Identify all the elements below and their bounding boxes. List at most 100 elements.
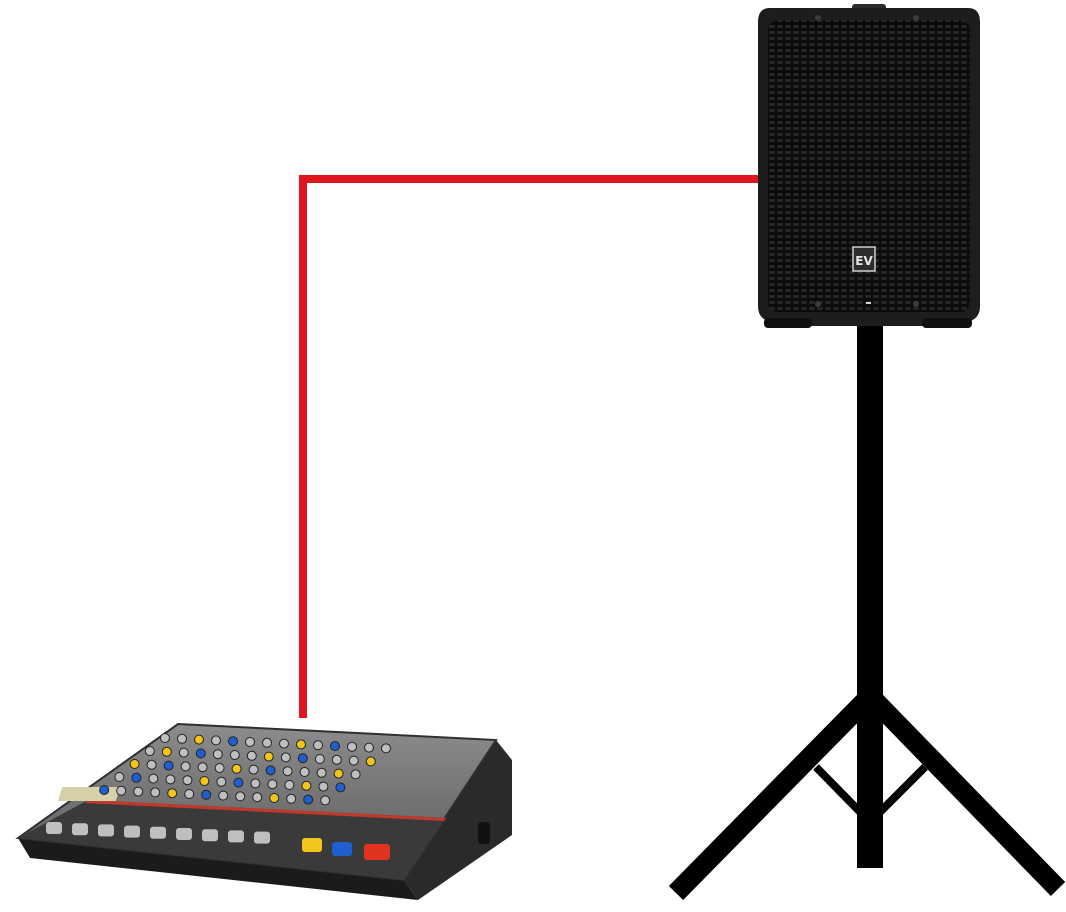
knob-icon [148,773,159,784]
knob-icon [146,759,157,770]
knob-icon [218,790,229,801]
stand-pole [857,318,883,868]
knob-icon [286,793,297,804]
fader-cap-icon [254,831,270,844]
knob-icon [284,780,295,790]
knob-icon [299,767,310,777]
knob-icon [131,772,142,783]
knob-icon [180,761,191,772]
knob-icon [235,791,246,802]
knob-icon [197,762,208,773]
knob-icon [303,794,314,805]
knob-icon [250,778,261,789]
fader-cap-icon [176,828,192,840]
knob-icon [201,789,212,800]
knob-icon [263,751,274,762]
knob-icon [229,750,240,760]
fader-cap-icon [72,823,88,836]
audio-cable [299,175,758,718]
knob-icon [99,785,110,795]
knob-icon [318,781,329,792]
knob-icon [184,789,195,799]
diagram-canvas: EV [15,4,1066,901]
knob-icon [331,754,342,765]
knob-icon [195,748,206,759]
knob-icon [114,772,125,782]
knob-icon [246,750,257,761]
speaker-logo: EV [852,246,876,272]
knob-icon [320,795,331,806]
knob-icon [296,739,306,750]
fader-cap-icon [228,830,244,843]
knob-icon [160,733,170,743]
knob-icon [330,741,340,751]
fader-red-icon [364,844,390,860]
knob-icon [252,792,263,803]
knob-icon [350,769,361,780]
knob-icon [177,733,187,744]
knob-icon [365,756,376,767]
knob-icon [163,760,174,771]
knob-icon [313,740,323,751]
knob-icon [216,776,227,787]
speaker-foot-right [922,318,972,328]
knob-icon [211,735,221,746]
speaker-led [866,302,871,304]
knob-icon [297,753,308,764]
knob-icon [129,759,140,769]
speaker-foot-left [764,318,812,328]
knob-icon [245,737,255,747]
knob-icon [282,766,293,777]
knob-icon [161,746,172,757]
knob-icon [144,746,155,756]
knob-icon [228,736,238,747]
knob-icon [262,737,272,748]
knob-icon [301,780,312,791]
knob-icon [116,785,127,796]
mixer-display [57,787,121,801]
knob-icon [133,786,144,797]
knob-icon [348,755,359,766]
screw-icon [913,15,919,21]
fader-cap-icon [202,829,218,842]
knob-icon [269,793,280,803]
knob-icon [335,782,346,793]
knob-icon [231,763,242,774]
knob-icon [150,787,161,798]
knob-icon [214,763,225,773]
fader-blue-icon [332,842,352,856]
knob-icon [267,779,278,790]
fader-cap-icon [98,824,114,837]
knob-icon [316,767,327,778]
knob-icon [248,764,259,775]
knob-icon [364,742,374,753]
knob-icon [199,776,210,786]
screw-icon [815,15,821,21]
fader-cap-icon [46,822,62,834]
speaker-logo-text: EV [855,254,873,268]
knob-icon [347,741,357,752]
knob-icon [265,765,276,776]
knob-icon [194,734,204,745]
knob-icon [233,777,244,788]
stand-leg-left [668,692,874,901]
knob-icon [182,775,193,786]
mixer [15,722,512,900]
knob-icon [165,774,176,785]
screw-icon [913,301,919,307]
knob-icon [280,752,291,763]
fader-cap-icon [124,825,140,838]
knob-icon [212,749,223,760]
speaker-mixer-diagram: EV [0,0,1066,907]
knob-icon [167,788,178,799]
fader-yellow-icon [302,838,322,852]
speaker-stand [668,318,1066,901]
speaker: EV [758,4,980,328]
knob-icon [333,768,344,779]
screw-icon [815,301,821,307]
knob-icon [314,754,325,764]
knob-icon [279,738,289,749]
knob-icon [178,747,189,758]
fader-cap-icon [150,826,166,839]
mixer-jack-icon [478,822,490,844]
